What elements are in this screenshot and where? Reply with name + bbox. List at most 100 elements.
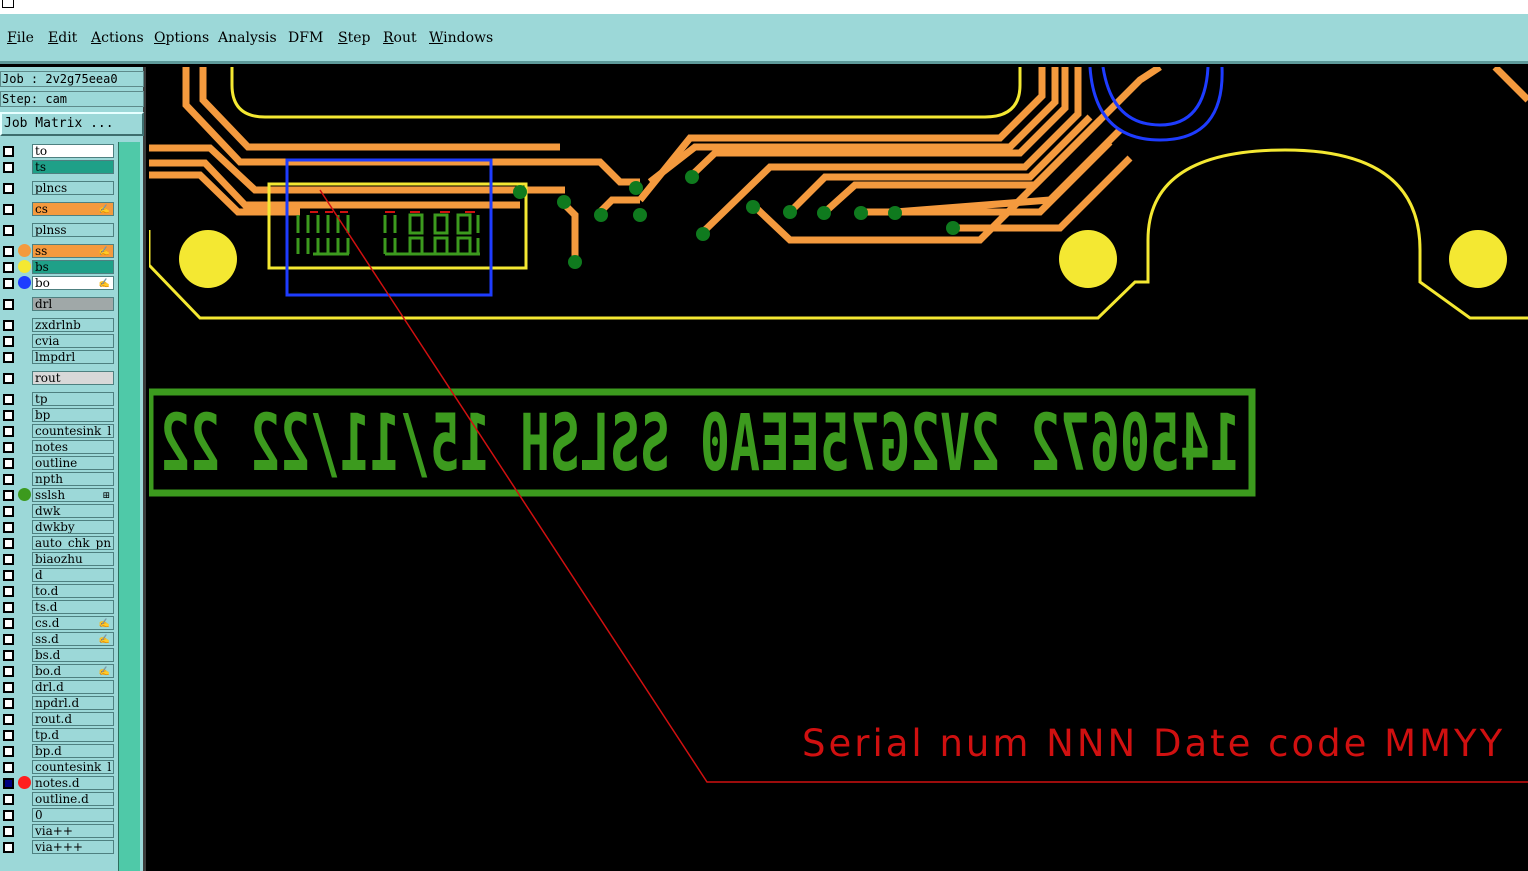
menu-step[interactable]: Step [338, 30, 370, 46]
layer-checkbox[interactable] [3, 666, 14, 677]
layer-row-to[interactable]: to [0, 144, 118, 158]
window-menu-icon[interactable] [2, 0, 14, 8]
layer-row-countesink-l[interactable]: countesink_l [0, 424, 118, 438]
layer-row-dwkby[interactable]: dwkby [0, 520, 118, 534]
layer-name[interactable]: via++ [32, 824, 114, 838]
layer-name[interactable]: cs.d ✍ [32, 616, 114, 630]
layer-row-bs-d[interactable]: bs.d [0, 648, 118, 662]
layer-checkbox[interactable] [3, 682, 14, 693]
layer-checkbox[interactable] [3, 506, 14, 517]
layer-name[interactable]: notes.d [32, 776, 114, 790]
layer-checkbox[interactable] [3, 146, 14, 157]
layer-row-notes[interactable]: notes [0, 440, 118, 454]
layer-row-biaozhu[interactable]: biaozhu [0, 552, 118, 566]
layer-checkbox[interactable] [3, 794, 14, 805]
layer-name[interactable]: d [32, 568, 114, 582]
layer-name[interactable]: ts [32, 160, 114, 174]
layer-checkbox[interactable] [3, 278, 14, 289]
layer-name[interactable]: outline [32, 456, 114, 470]
layer-name[interactable]: outline.d [32, 792, 114, 806]
layer-name[interactable]: to.d [32, 584, 114, 598]
layer-name[interactable]: tp.d [32, 728, 114, 742]
layer-row-ts-d[interactable]: ts.d [0, 600, 118, 614]
layer-checkbox[interactable] [3, 162, 14, 173]
layer-checkbox[interactable] [3, 730, 14, 741]
layer-name[interactable]: countesink_l [32, 424, 114, 438]
layer-checkbox[interactable] [3, 538, 14, 549]
layer-row-rout[interactable]: rout [0, 371, 118, 385]
layer-row-outline[interactable]: outline [0, 456, 118, 470]
layer-row-d[interactable]: d [0, 568, 118, 582]
layer-checkbox[interactable] [3, 842, 14, 853]
menu-actions[interactable]: Actions [91, 30, 144, 46]
layer-row-plnss[interactable]: plnss [0, 223, 118, 237]
menu-dfm[interactable]: DFM [288, 30, 323, 46]
layer-row-bo-d[interactable]: bo.d ✍ [0, 664, 118, 678]
layer-name[interactable]: plncs [32, 181, 114, 195]
layer-checkbox[interactable] [3, 554, 14, 565]
layer-name[interactable]: zxdrlnb [32, 318, 114, 332]
layer-name[interactable]: bp.d [32, 744, 114, 758]
layer-row-ts[interactable]: ts [0, 160, 118, 174]
layer-row-cs[interactable]: cs ✍ [0, 202, 118, 216]
layer-name[interactable]: lmpdrl [32, 350, 114, 364]
layer-checkbox[interactable] [3, 474, 14, 485]
layer-row-zxdrlnb[interactable]: zxdrlnb [0, 318, 118, 332]
layer-row-drl[interactable]: drl [0, 297, 118, 311]
layer-checkbox[interactable] [3, 698, 14, 709]
layer-checkbox[interactable] [3, 522, 14, 533]
layer-name[interactable]: bo ✍ [32, 276, 114, 290]
layer-name[interactable]: 0 [32, 808, 114, 822]
layer-checkbox[interactable] [3, 442, 14, 453]
layer-checkbox[interactable] [3, 320, 14, 331]
layer-checkbox[interactable] [3, 204, 14, 215]
layer-checkbox[interactable] [3, 746, 14, 757]
layer-checkbox[interactable] [3, 394, 14, 405]
layer-row-cs-d[interactable]: cs.d ✍ [0, 616, 118, 630]
layer-checkbox[interactable] [3, 810, 14, 821]
layer-checkbox[interactable] [3, 778, 14, 789]
layer-checkbox[interactable] [3, 352, 14, 363]
layer-row-sslsh[interactable]: sslsh ⊞ [0, 488, 118, 502]
layer-row-plncs[interactable]: plncs [0, 181, 118, 195]
layer-row-outline-d[interactable]: outline.d [0, 792, 118, 806]
layer-row-drl-d[interactable]: drl.d [0, 680, 118, 694]
layer-name[interactable]: countesink_l [32, 760, 114, 774]
layer-list-scrollbar[interactable] [118, 142, 140, 871]
layer-row-bp[interactable]: bp [0, 408, 118, 422]
layer-row-tp[interactable]: tp [0, 392, 118, 406]
layer-checkbox[interactable] [3, 762, 14, 773]
menu-edit[interactable]: Edit [48, 30, 77, 46]
layer-checkbox[interactable] [3, 183, 14, 194]
layer-checkbox[interactable] [3, 225, 14, 236]
layer-name[interactable]: via+++ [32, 840, 114, 854]
layer-row-npdrl-d[interactable]: npdrl.d [0, 696, 118, 710]
layer-checkbox[interactable] [3, 602, 14, 613]
layer-checkbox[interactable] [3, 458, 14, 469]
layer-checkbox[interactable] [3, 586, 14, 597]
layer-name[interactable]: notes [32, 440, 114, 454]
menu-analysis[interactable]: Analysis [218, 30, 277, 46]
layer-checkbox[interactable] [3, 299, 14, 310]
layer-name[interactable]: tp [32, 392, 114, 406]
layer-name[interactable]: ss.d ✍ [32, 632, 114, 646]
layer-name[interactable]: to [32, 144, 114, 158]
menu-options[interactable]: Options [154, 30, 209, 46]
layer-name[interactable]: bs.d [32, 648, 114, 662]
layer-row-bs[interactable]: bs [0, 260, 118, 274]
layer-row-ss[interactable]: ss ✍ [0, 244, 118, 258]
layer-name[interactable]: rout [32, 371, 114, 385]
layer-checkbox[interactable] [3, 714, 14, 725]
layer-checkbox[interactable] [3, 426, 14, 437]
menu-rout[interactable]: Rout [383, 30, 417, 46]
layer-checkbox[interactable] [3, 262, 14, 273]
job-matrix-button[interactable]: Job Matrix ... [0, 112, 144, 136]
layer-row-ss-d[interactable]: ss.d ✍ [0, 632, 118, 646]
layer-row-bp-d[interactable]: bp.d [0, 744, 118, 758]
layer-name[interactable]: dwk [32, 504, 114, 518]
layer-name[interactable]: ts.d [32, 600, 114, 614]
layer-name[interactable]: cs ✍ [32, 202, 114, 216]
layer-row-via-[interactable]: via++ [0, 824, 118, 838]
layer-row-to-d[interactable]: to.d [0, 584, 118, 598]
layer-row-lmpdrl[interactable]: lmpdrl [0, 350, 118, 364]
